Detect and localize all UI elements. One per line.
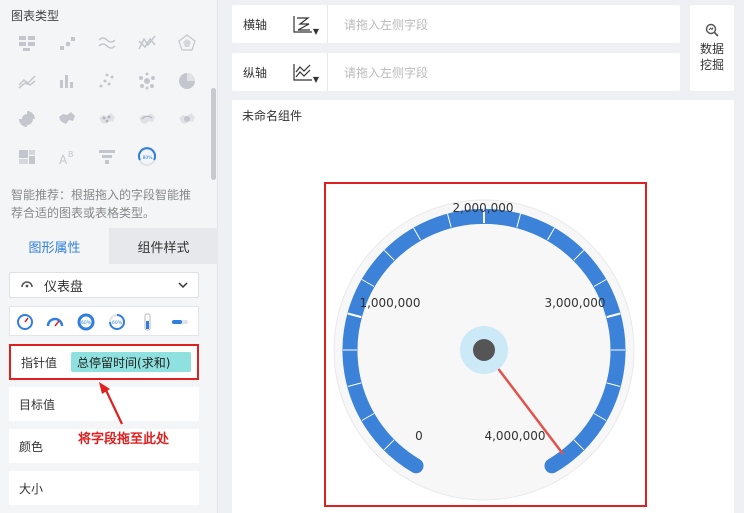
annotation-arrow-icon <box>99 382 123 425</box>
component-title: 未命名组件 <box>242 109 303 123</box>
word-cloud-icon[interactable]: AB <box>56 146 78 168</box>
y-axis-label: 纵轴 <box>243 65 268 80</box>
gauge-style-3-icon[interactable]: 60% <box>76 312 96 332</box>
svg-text:60%: 60% <box>112 320 123 326</box>
y-axis-chart-icon <box>292 64 312 81</box>
wave-line-icon[interactable] <box>96 32 118 54</box>
area-chart-icon[interactable] <box>16 70 38 92</box>
scatter-step-icon[interactable] <box>56 32 78 54</box>
heat-map-icon[interactable] <box>176 108 198 130</box>
y-axis-type-dropdown[interactable]: ▼ <box>278 53 328 91</box>
data-mining-icon <box>705 23 719 37</box>
left-panel: 图表类型 AB 80% 智能推荐：根据拖入的字段智能推荐合适的图表或表格类型。 … <box>0 0 218 513</box>
radar-chart-icon[interactable] <box>176 32 198 54</box>
gauge-type-select[interactable]: 仪表盘 <box>9 272 199 298</box>
chart-canvas: 未命名组件 0 1,000,000 2,000,000 3,000,000 4,… <box>232 100 734 513</box>
gauge-hub <box>473 339 495 361</box>
bar-chart-icon[interactable] <box>56 70 78 92</box>
region-map-icon[interactable] <box>56 108 78 130</box>
gauge-highlight-frame: 0 1,000,000 2,000,000 3,000,000 4,000,00… <box>324 182 647 507</box>
y-axis-placeholder: 请拖入左侧字段 <box>344 65 429 80</box>
svg-text:B: B <box>68 150 74 159</box>
gauge-style-4-icon[interactable]: 60% <box>107 312 127 332</box>
funnel-chart-icon[interactable] <box>96 146 118 168</box>
y-axis-dropzone[interactable]: 纵轴 ▼ 请拖入左侧字段 <box>232 53 680 91</box>
treemap-icon[interactable] <box>16 146 38 168</box>
pointer-field-pill[interactable]: 总停留时间(求和) <box>71 352 192 372</box>
svg-text:60%: 60% <box>81 320 92 326</box>
gauge-style-6-icon[interactable] <box>170 312 190 332</box>
svg-text:A: A <box>59 153 68 167</box>
caret-down-icon: ▼ <box>312 27 319 36</box>
gauge-chart: 0 1,000,000 2,000,000 3,000,000 4,000,00… <box>333 199 635 501</box>
color-label: 颜色 <box>19 439 44 454</box>
tick-label-0: 0 <box>415 429 423 443</box>
smart-recommend-text: 智能推荐：根据拖入的字段智能推荐合适的图表或表格类型。 <box>11 188 192 220</box>
pointer-value-label: 指针值 <box>21 355 58 370</box>
svg-text:80%: 80% <box>143 155 154 161</box>
rose-chart-icon[interactable] <box>16 108 38 130</box>
tab-component-style[interactable]: 组件样式 <box>109 228 218 264</box>
gauge-chart-icon[interactable]: 80% <box>136 146 158 168</box>
chart-type-scrollbar[interactable] <box>211 88 216 180</box>
tab-graphic-properties[interactable]: 图形属性 <box>0 228 109 264</box>
target-value-label: 目标值 <box>19 397 56 412</box>
pointer-value-field[interactable]: 指针值 总停留时间(求和) <box>9 344 199 380</box>
x-axis-label: 横轴 <box>243 17 268 32</box>
size-field[interactable]: 大小 <box>9 471 199 505</box>
x-axis-type-dropdown[interactable]: ▼ <box>278 5 328 43</box>
pie-chart-icon[interactable] <box>176 70 198 92</box>
tick-label-3m: 3,000,000 <box>544 296 605 310</box>
chart-type-title: 图表类型 <box>11 9 60 23</box>
tick-label-4m: 4,000,000 <box>484 429 545 443</box>
gauge-select-label: 仪表盘 <box>44 279 84 295</box>
size-label: 大小 <box>19 481 44 496</box>
x-axis-placeholder: 请拖入左侧字段 <box>344 17 429 32</box>
property-tabs: 图形属性 组件样式 <box>0 228 218 264</box>
tick-label-2m: 2,000,000 <box>452 201 513 215</box>
gauge-icon <box>20 277 34 294</box>
x-axis-chart-icon <box>292 16 312 33</box>
scatter-chart-icon[interactable] <box>96 70 118 92</box>
chevron-down-icon <box>176 278 190 295</box>
table-chart-icon[interactable] <box>16 32 38 54</box>
point-map-icon[interactable] <box>96 108 118 130</box>
bubble-chart-icon[interactable] <box>136 70 158 92</box>
data-mining-label: 数据挖掘 <box>699 42 724 72</box>
caret-down-icon: ▼ <box>312 75 319 84</box>
tick-label-1m: 1,000,000 <box>359 296 420 310</box>
flow-map-icon[interactable] <box>136 108 158 130</box>
data-mining-button[interactable]: 数据挖掘 <box>690 5 734 91</box>
drag-annotation: 将字段拖至此处 <box>78 432 170 447</box>
gauge-style-1-icon[interactable] <box>15 312 35 332</box>
gauge-style-2-icon[interactable] <box>45 312 65 332</box>
gauge-style-5-icon[interactable] <box>138 312 158 332</box>
x-axis-dropzone[interactable]: 横轴 ▼ 请拖入左侧字段 <box>232 5 680 43</box>
gauge-style-options: 60% 60% <box>9 306 199 336</box>
line-chart-icon[interactable] <box>136 32 158 54</box>
